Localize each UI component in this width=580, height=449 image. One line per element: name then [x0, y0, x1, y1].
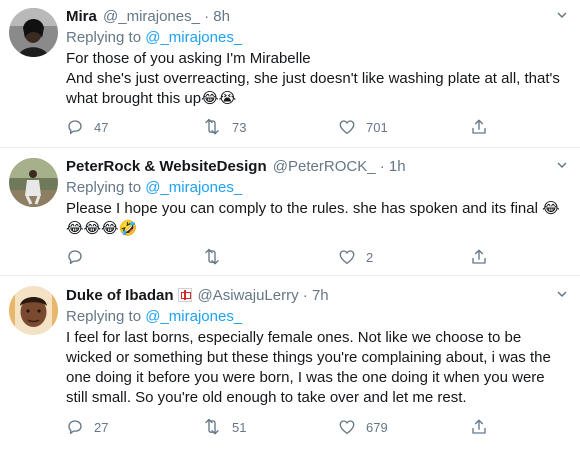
- reply-icon: [68, 120, 82, 135]
- replying-to: Replying to @_mirajones_: [66, 307, 568, 327]
- replying-mention[interactable]: @_mirajones_: [145, 308, 242, 325]
- replying-prefix: Replying to: [66, 29, 142, 46]
- display-name[interactable]: Duke of Ibadan: [66, 287, 174, 304]
- retweet-button[interactable]: 51: [202, 416, 246, 438]
- action-bar: 47 73 701: [66, 116, 546, 138]
- timestamp[interactable]: 7h: [312, 287, 329, 304]
- reply-count: 27: [94, 419, 109, 435]
- share-button[interactable]: [470, 416, 488, 438]
- timestamp[interactable]: 1h: [389, 158, 406, 175]
- replying-to: Replying to @_mirajones_: [66, 28, 568, 48]
- share-button[interactable]: [470, 116, 488, 138]
- separator-dot: ·: [379, 158, 385, 175]
- chevron-down-icon[interactable]: [556, 159, 568, 174]
- replying-prefix: Replying to: [66, 179, 142, 196]
- tweet-text-line: And she's just overreacting, she just do…: [66, 70, 560, 107]
- like-count: 2: [366, 249, 374, 265]
- chevron-down-icon[interactable]: [556, 9, 568, 24]
- reply-count: 47: [94, 119, 109, 135]
- retweet-button[interactable]: 73: [202, 116, 246, 138]
- replying-to: Replying to @_mirajones_: [66, 178, 568, 198]
- action-bar: 27 51 679: [66, 416, 546, 438]
- tweet-2[interactable]: PeterRock & WebsiteDesign @PeterROCK_ · …: [0, 148, 580, 276]
- tweet-text: Please I hope you can comply to the rule…: [66, 199, 568, 239]
- heart-icon: [339, 250, 355, 265]
- avatar[interactable]: [9, 286, 58, 335]
- tweet-text-line: Please I hope you can comply to the rule…: [66, 200, 560, 217]
- share-icon: [472, 249, 486, 264]
- separator-dot: ·: [204, 8, 210, 25]
- mahjong-red-dragon-icon: [177, 288, 192, 302]
- tweet-1[interactable]: Mira @_mirajones_ · 8h Replying to @_mir…: [0, 0, 580, 148]
- tweet-text-line: 😂😂😂🤣: [66, 220, 138, 237]
- share-button[interactable]: [470, 246, 488, 268]
- timestamp[interactable]: 8h: [213, 8, 230, 25]
- avatar-image: [9, 158, 58, 207]
- tweet-header: Mira @_mirajones_ · 8h: [66, 7, 568, 27]
- retweet-icon: [205, 248, 219, 265]
- like-count: 701: [366, 119, 388, 135]
- replying-mention[interactable]: @_mirajones_: [145, 29, 242, 46]
- replying-mention[interactable]: @_mirajones_: [145, 179, 242, 196]
- avatar-image: [9, 8, 58, 57]
- retweet-count: 73: [232, 119, 247, 135]
- like-button[interactable]: 701: [338, 116, 388, 138]
- display-name[interactable]: PeterRock & WebsiteDesign: [66, 158, 267, 175]
- action-bar: 2: [66, 246, 546, 268]
- share-icon: [472, 119, 486, 134]
- reply-button[interactable]: 47: [66, 116, 108, 138]
- tweet-header: PeterRock & WebsiteDesign @PeterROCK_ · …: [66, 157, 568, 177]
- avatar[interactable]: [9, 158, 58, 207]
- username[interactable]: @_mirajones_: [103, 8, 200, 25]
- like-button[interactable]: 2: [338, 246, 373, 268]
- heart-icon: [339, 120, 355, 135]
- retweet-button[interactable]: [202, 246, 232, 268]
- retweet-count: 51: [232, 419, 247, 435]
- display-name[interactable]: Mira: [66, 8, 97, 25]
- reply-button[interactable]: 27: [66, 416, 108, 438]
- username[interactable]: @PeterROCK_: [273, 158, 376, 175]
- separator-dot: ·: [302, 287, 308, 304]
- tweet-text-line: For those of you asking I'm Mirabelle: [66, 50, 311, 67]
- tweet-3[interactable]: Duke of Ibadan @AsiwajuLerry · 7h Replyin…: [0, 276, 580, 449]
- reply-button[interactable]: [66, 246, 94, 268]
- avatar-image: [9, 286, 58, 335]
- reply-icon: [68, 250, 82, 265]
- chevron-down-icon[interactable]: [556, 288, 568, 303]
- reply-icon: [68, 420, 82, 435]
- replying-prefix: Replying to: [66, 308, 142, 325]
- retweet-icon: [205, 418, 219, 435]
- avatar[interactable]: [9, 8, 58, 57]
- share-icon: [472, 419, 486, 434]
- username[interactable]: @AsiwajuLerry: [198, 287, 299, 304]
- tweet-header: Duke of Ibadan @AsiwajuLerry · 7h: [66, 286, 568, 306]
- like-count: 679: [366, 419, 388, 435]
- tweet-text: For those of you asking I'm Mirabelle An…: [66, 49, 568, 109]
- like-button[interactable]: 679: [338, 416, 388, 438]
- heart-icon: [339, 420, 355, 435]
- retweet-icon: [205, 118, 219, 135]
- tweet-text: I feel for last borns, especially female…: [66, 328, 568, 408]
- tweet-text-line: I feel for last borns, especially female…: [66, 329, 551, 406]
